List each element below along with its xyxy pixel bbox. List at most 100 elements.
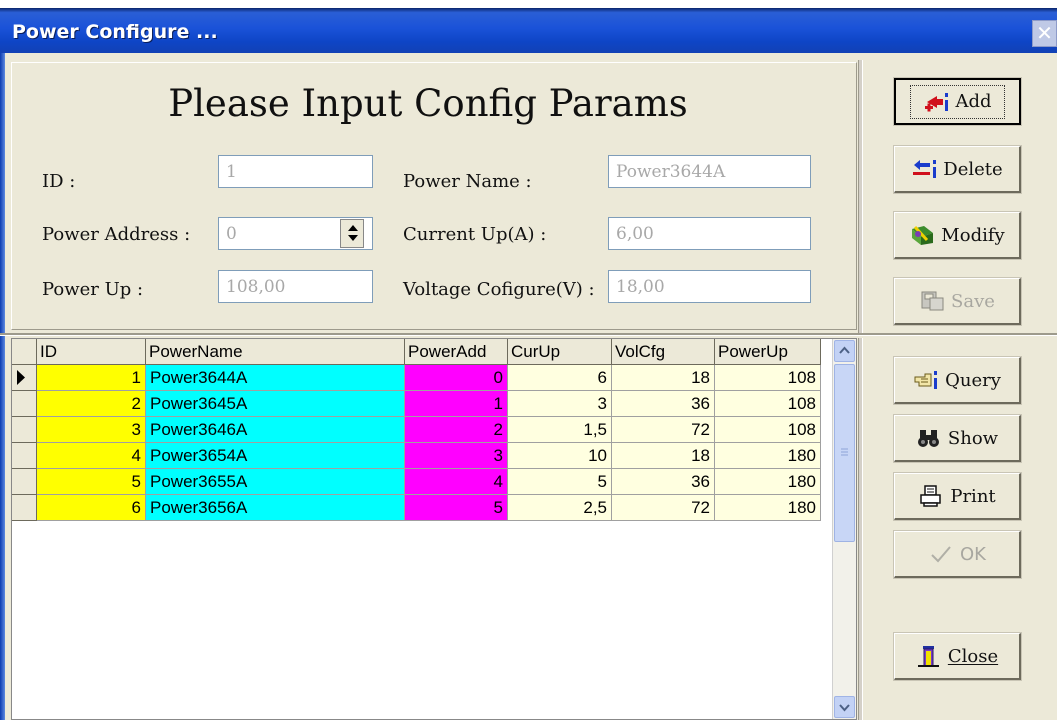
voltage-configure-label: Voltage Cofigure(V) : bbox=[403, 279, 595, 300]
stepper-down-icon[interactable] bbox=[348, 235, 358, 241]
table-cell[interactable]: 18 bbox=[612, 443, 715, 469]
modify-label: Modify bbox=[941, 224, 1005, 246]
table-cell[interactable]: 180 bbox=[715, 469, 821, 495]
table-cell[interactable]: 2,5 bbox=[508, 495, 612, 521]
table-cell[interactable]: 18 bbox=[612, 365, 715, 391]
table-cell[interactable]: 5 bbox=[405, 495, 508, 521]
id-label: ID : bbox=[42, 171, 76, 192]
delete-label: Delete bbox=[943, 158, 1003, 180]
table-cell[interactable]: Power3656A bbox=[146, 495, 405, 521]
table-cell[interactable]: 180 bbox=[715, 443, 821, 469]
table-cell[interactable]: Power3644A bbox=[146, 365, 405, 391]
scroll-up-button[interactable] bbox=[834, 340, 855, 362]
table-cell[interactable]: 3 bbox=[405, 443, 508, 469]
checkmark-icon bbox=[931, 546, 951, 563]
table-cell[interactable]: 36 bbox=[612, 469, 715, 495]
panel-divider bbox=[858, 60, 863, 334]
table-cell[interactable]: 108 bbox=[715, 391, 821, 417]
chevron-down-icon bbox=[839, 704, 850, 712]
query-label: Query bbox=[945, 369, 1001, 391]
save-icon bbox=[921, 291, 944, 311]
add-label: Add bbox=[955, 91, 992, 112]
window-frame-edge bbox=[0, 53, 5, 720]
row-indicator[interactable] bbox=[12, 495, 37, 521]
table-cell[interactable]: 6 bbox=[508, 365, 612, 391]
panel-divider-bottom bbox=[858, 338, 863, 720]
table-cell[interactable]: 1 bbox=[405, 391, 508, 417]
save-button[interactable]: Save bbox=[893, 277, 1022, 326]
delete-icon bbox=[913, 160, 937, 178]
modify-icon bbox=[912, 225, 934, 245]
table-cell[interactable]: 5 bbox=[37, 469, 146, 495]
table-cell[interactable]: Power3654A bbox=[146, 443, 405, 469]
row-indicator[interactable] bbox=[12, 469, 37, 495]
column-header-poweradd[interactable]: PowerAdd bbox=[405, 339, 508, 365]
table-cell[interactable]: 36 bbox=[612, 391, 715, 417]
close-window-icon[interactable]: ✕ bbox=[1032, 20, 1057, 47]
row-indicator[interactable] bbox=[12, 443, 37, 469]
show-label: Show bbox=[947, 427, 999, 449]
power-table[interactable]: ID PowerName PowerAdd CurUp VolCfg Power… bbox=[11, 338, 857, 720]
table-cell[interactable]: 3 bbox=[37, 417, 146, 443]
table-cell[interactable]: 10 bbox=[508, 443, 612, 469]
table-cell[interactable]: Power3646A bbox=[146, 417, 405, 443]
stepper-arrows[interactable] bbox=[340, 219, 364, 248]
table-cell[interactable]: 2 bbox=[37, 391, 146, 417]
print-label: Print bbox=[950, 485, 996, 507]
scroll-thumb[interactable] bbox=[834, 364, 855, 542]
close-button[interactable]: Close bbox=[893, 632, 1022, 681]
row-indicator[interactable] bbox=[12, 391, 37, 417]
power-up-field[interactable]: 108,00 bbox=[218, 270, 373, 303]
table-cell[interactable]: 4 bbox=[37, 443, 146, 469]
scroll-down-button[interactable] bbox=[834, 696, 855, 718]
table-cell[interactable]: 0 bbox=[405, 365, 508, 391]
show-button[interactable]: Show bbox=[893, 414, 1022, 463]
row-indicator[interactable] bbox=[12, 365, 37, 391]
panel-separator bbox=[0, 333, 1057, 336]
column-header-powerup[interactable]: PowerUp bbox=[715, 339, 821, 365]
table-cell[interactable]: 2 bbox=[405, 417, 508, 443]
table-cell[interactable]: Power3655A bbox=[146, 469, 405, 495]
power-up-label: Power Up : bbox=[42, 279, 144, 300]
table-cell[interactable]: Power3645A bbox=[146, 391, 405, 417]
ok-button[interactable]: OK bbox=[893, 530, 1022, 579]
column-header-volcfg[interactable]: VolCfg bbox=[612, 339, 715, 365]
table-cell[interactable]: 1 bbox=[37, 365, 146, 391]
window-title: Power Configure ... bbox=[12, 21, 218, 43]
table-cell[interactable]: 180 bbox=[715, 495, 821, 521]
query-button[interactable]: Query bbox=[893, 356, 1022, 405]
table-cell[interactable]: 3 bbox=[508, 391, 612, 417]
power-name-field[interactable]: Power3644A bbox=[608, 155, 811, 188]
table-cell[interactable]: 1,5 bbox=[508, 417, 612, 443]
modify-button[interactable]: Modify bbox=[893, 211, 1022, 260]
save-label: Save bbox=[951, 290, 995, 312]
chevron-up-icon bbox=[839, 346, 850, 354]
table-cell[interactable]: 6 bbox=[37, 495, 146, 521]
table-cell[interactable]: 72 bbox=[612, 417, 715, 443]
id-field[interactable]: 1 bbox=[218, 155, 373, 188]
power-address-label: Power Address : bbox=[42, 224, 191, 245]
current-up-field[interactable]: 6,00 bbox=[608, 217, 811, 250]
close-label: Close bbox=[947, 645, 999, 667]
power-name-label: Power Name : bbox=[403, 171, 532, 192]
delete-button[interactable]: Delete bbox=[893, 145, 1022, 194]
column-header-id[interactable]: ID bbox=[37, 339, 146, 365]
table-cell[interactable]: 108 bbox=[715, 417, 821, 443]
ok-label: OK bbox=[960, 543, 986, 565]
binoculars-icon bbox=[917, 430, 939, 447]
current-up-label: Current Up(A) : bbox=[403, 224, 547, 245]
column-header-curup[interactable]: CurUp bbox=[508, 339, 612, 365]
stepper-up-icon[interactable] bbox=[348, 225, 358, 231]
table-cell[interactable]: 4 bbox=[405, 469, 508, 495]
table-cell[interactable]: 5 bbox=[508, 469, 612, 495]
column-header-powername[interactable]: PowerName bbox=[146, 339, 405, 365]
add-icon bbox=[925, 92, 949, 111]
table-cell[interactable]: 72 bbox=[612, 495, 715, 521]
row-indicator[interactable] bbox=[12, 417, 37, 443]
add-button[interactable]: Add bbox=[893, 77, 1022, 126]
voltage-configure-field[interactable]: 18,00 bbox=[608, 270, 811, 303]
window-title-bar[interactable]: Power Configure ... ✕ bbox=[0, 0, 1057, 53]
table-cell[interactable]: 108 bbox=[715, 365, 821, 391]
print-button[interactable]: Print bbox=[893, 472, 1022, 521]
vertical-scrollbar[interactable] bbox=[832, 339, 856, 719]
